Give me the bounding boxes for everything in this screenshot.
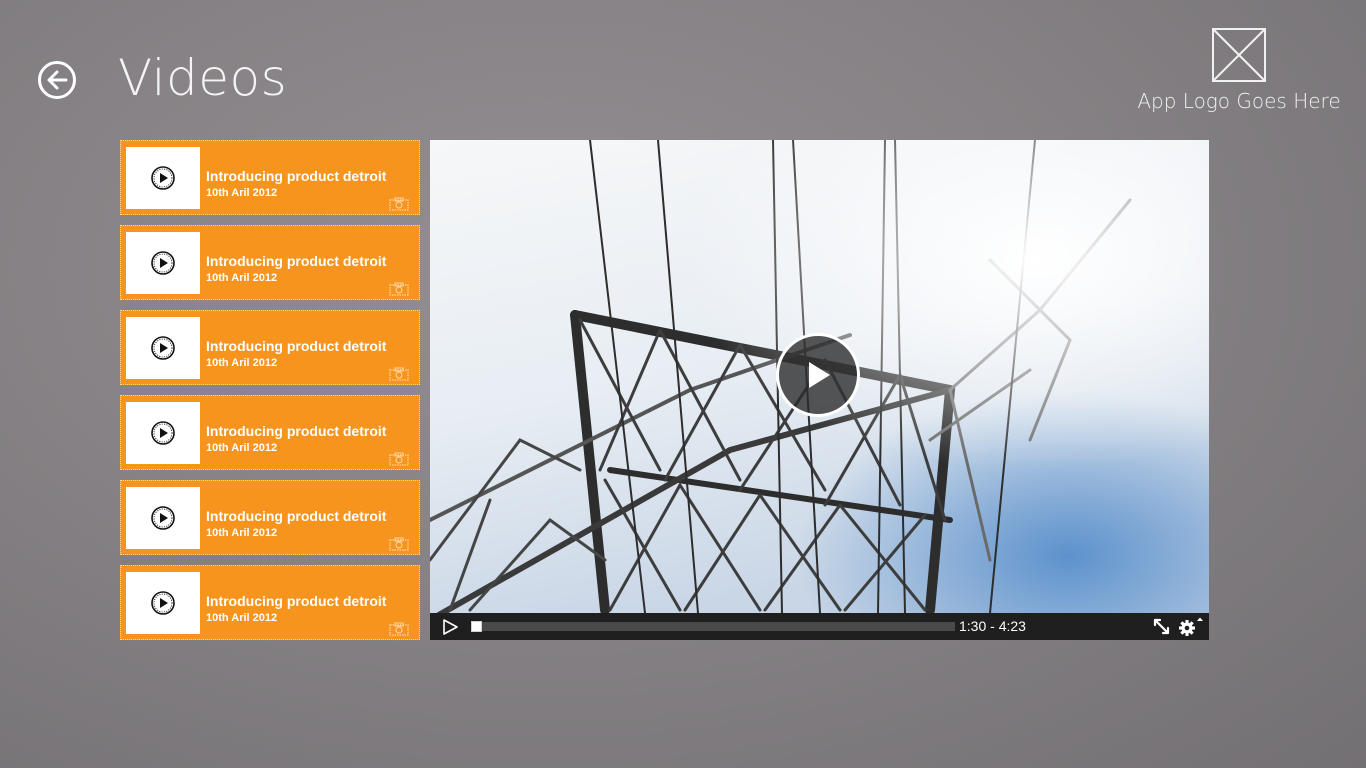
video-list-item[interactable]: Introducing product detroit 10th Aril 20… xyxy=(120,310,420,385)
time-display: 1:30 - 4:23 xyxy=(959,618,1026,634)
video-list-item[interactable]: Introducing product detroit 10th Aril 20… xyxy=(120,565,420,640)
video-date: 10th Aril 2012 xyxy=(206,612,278,624)
page-title: Videos xyxy=(118,49,288,107)
play-circle-icon xyxy=(151,251,175,275)
back-arrow-icon xyxy=(47,70,68,90)
video-thumbnail xyxy=(126,572,200,634)
play-circle-icon xyxy=(151,336,175,360)
seek-handle[interactable] xyxy=(471,621,482,632)
video-date: 10th Aril 2012 xyxy=(206,357,278,369)
video-date: 10th Aril 2012 xyxy=(206,527,278,539)
app-logo-text: App Logo Goes Here xyxy=(1137,89,1341,113)
play-circle-icon xyxy=(151,506,175,530)
back-button[interactable] xyxy=(38,61,76,99)
video-date: 10th Aril 2012 xyxy=(206,442,278,454)
settings-icon[interactable] xyxy=(1177,616,1203,637)
fullscreen-icon[interactable] xyxy=(1153,618,1170,635)
video-list-item[interactable]: Introducing product detroit 10th Aril 20… xyxy=(120,140,420,215)
seek-bar[interactable] xyxy=(471,621,955,632)
big-play-button[interactable] xyxy=(776,333,860,417)
camera-icon xyxy=(389,367,409,381)
video-thumbnail xyxy=(126,317,200,379)
play-icon[interactable] xyxy=(442,619,458,635)
logo-placeholder-icon xyxy=(1212,28,1266,82)
video-title: Introducing product detroit xyxy=(206,423,387,439)
video-title: Introducing product detroit xyxy=(206,593,387,609)
play-icon xyxy=(809,362,830,388)
camera-icon xyxy=(389,197,409,211)
camera-icon xyxy=(389,622,409,636)
video-date: 10th Aril 2012 xyxy=(206,272,278,284)
video-list-item[interactable]: Introducing product detroit 10th Aril 20… xyxy=(120,480,420,555)
video-list-item[interactable]: Introducing product detroit 10th Aril 20… xyxy=(120,225,420,300)
video-title: Introducing product detroit xyxy=(206,338,387,354)
video-thumbnail xyxy=(126,232,200,294)
video-thumbnail xyxy=(126,487,200,549)
video-title: Introducing product detroit xyxy=(206,168,387,184)
camera-icon xyxy=(389,537,409,551)
video-thumbnail xyxy=(126,402,200,464)
video-list: Introducing product detroit 10th Aril 20… xyxy=(120,140,420,650)
video-list-item[interactable]: Introducing product detroit 10th Aril 20… xyxy=(120,395,420,470)
video-date: 10th Aril 2012 xyxy=(206,187,278,199)
video-thumbnail xyxy=(126,147,200,209)
play-circle-icon xyxy=(151,166,175,190)
video-player[interactable]: 1:30 - 4:23 xyxy=(430,140,1209,640)
camera-icon xyxy=(389,452,409,466)
video-title: Introducing product detroit xyxy=(206,253,387,269)
player-control-bar: 1:30 - 4:23 xyxy=(430,613,1209,640)
video-title: Introducing product detroit xyxy=(206,508,387,524)
play-circle-icon xyxy=(151,421,175,445)
play-circle-icon xyxy=(151,591,175,615)
camera-icon xyxy=(389,282,409,296)
